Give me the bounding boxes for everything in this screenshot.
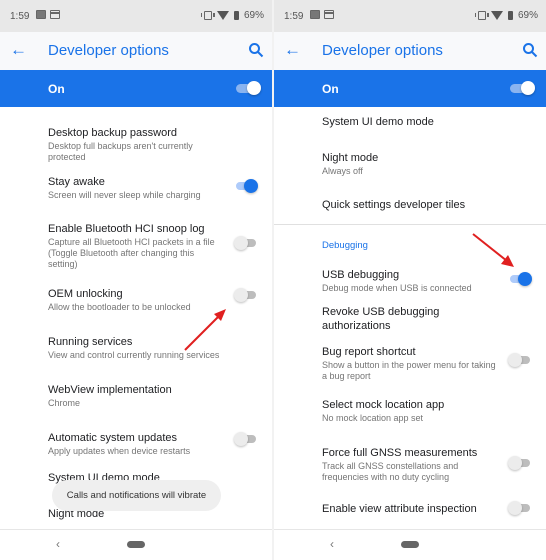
status-time: 1:59 bbox=[284, 11, 304, 22]
list-item-oem-unlocking[interactable]: OEM unlocking Allow the bootloader to be… bbox=[0, 279, 272, 327]
bluetooth-hci-toggle[interactable] bbox=[234, 236, 256, 250]
search-icon[interactable] bbox=[248, 42, 264, 58]
nav-back-icon[interactable]: ‹ bbox=[330, 537, 334, 551]
force-gnss-toggle[interactable] bbox=[508, 456, 530, 470]
page-title: Developer options bbox=[322, 42, 443, 59]
list-item-running-services[interactable]: Running services View and control curren… bbox=[0, 327, 272, 375]
master-switch-label: On bbox=[322, 82, 339, 96]
app-bar: ← Developer options bbox=[0, 32, 272, 70]
page-title: Developer options bbox=[48, 42, 169, 59]
nav-home-icon[interactable] bbox=[127, 541, 145, 548]
master-switch[interactable] bbox=[236, 81, 261, 95]
bug-report-toggle[interactable] bbox=[508, 353, 530, 367]
list-item-force-gnss[interactable]: Force full GNSS measurements Track all G… bbox=[274, 443, 546, 499]
status-bar: 1:59 69% bbox=[274, 0, 546, 32]
battery-percent: 69% bbox=[243, 10, 264, 21]
calendar-notification-icon bbox=[50, 10, 60, 19]
stay-awake-toggle[interactable] bbox=[234, 179, 258, 193]
master-switch-label: On bbox=[48, 82, 65, 96]
list-item-mock-location-app[interactable]: Select mock location app No mock locatio… bbox=[274, 395, 546, 443]
right-screen: 1:59 69% ← Developer options On System U… bbox=[274, 0, 546, 560]
navigation-bar: ‹ bbox=[274, 529, 546, 560]
vibrate-icon bbox=[200, 11, 215, 20]
left-screen: 1:59 69% ← Developer options On Desktop … bbox=[0, 0, 272, 560]
list-item-night-mode[interactable]: Night mode Always off bbox=[274, 143, 546, 191]
search-icon[interactable] bbox=[522, 42, 538, 58]
calendar-notification-icon bbox=[324, 10, 334, 19]
list-item-automatic-system-updates[interactable]: Automatic system updates Apply updates w… bbox=[0, 423, 272, 471]
toast-message: Calls and notifications will vibrate bbox=[52, 480, 221, 511]
list-item-desktop-backup-password[interactable]: Desktop backup password Desktop full bac… bbox=[0, 107, 272, 162]
list-item-stay-awake[interactable]: Stay awake Screen will never sleep while… bbox=[0, 156, 272, 205]
nav-home-icon[interactable] bbox=[401, 541, 419, 548]
vibrate-icon bbox=[474, 11, 489, 20]
back-arrow-icon[interactable]: ← bbox=[10, 41, 28, 59]
navigation-bar: ‹ bbox=[0, 529, 272, 560]
list-item-quick-settings-tiles[interactable]: Quick settings developer tiles bbox=[274, 191, 546, 224]
auto-updates-toggle[interactable] bbox=[234, 432, 256, 446]
view-attribute-toggle[interactable] bbox=[508, 501, 530, 515]
usb-debugging-toggle[interactable] bbox=[508, 272, 532, 286]
status-bar: 1:59 69% bbox=[0, 0, 272, 32]
list-item-bluetooth-hci-snoop[interactable]: Enable Bluetooth HCI snoop log Capture a… bbox=[0, 205, 272, 279]
battery-icon bbox=[507, 11, 513, 20]
battery-percent: 69% bbox=[517, 10, 538, 21]
status-time: 1:59 bbox=[10, 11, 30, 22]
list-item-revoke-usb-authorizations[interactable]: Revoke USB debugging authorizations bbox=[274, 301, 546, 337]
section-header-debugging: Debugging bbox=[322, 240, 368, 251]
app-bar: ← Developer options bbox=[274, 32, 546, 70]
wifi-icon bbox=[216, 11, 229, 20]
list-item-webview-implementation[interactable]: WebView implementation Chrome bbox=[0, 375, 272, 423]
master-switch-bar[interactable]: On bbox=[274, 70, 546, 107]
settings-list[interactable]: System UI demo mode Night mode Always of… bbox=[274, 107, 546, 529]
wifi-icon bbox=[490, 11, 503, 20]
battery-icon bbox=[233, 11, 239, 20]
master-switch-bar[interactable]: On bbox=[0, 70, 272, 107]
back-arrow-icon[interactable]: ← bbox=[284, 41, 302, 59]
list-item-system-ui-demo-mode[interactable]: System UI demo mode bbox=[274, 107, 546, 143]
settings-list[interactable]: Desktop backup password Desktop full bac… bbox=[0, 107, 272, 529]
list-item-bug-report-shortcut[interactable]: Bug report shortcut Show a button in the… bbox=[274, 337, 546, 395]
list-item-usb-debugging[interactable]: USB debugging Debug mode when USB is con… bbox=[274, 257, 546, 301]
list-item-view-attribute-inspection[interactable]: Enable view attribute inspection bbox=[274, 499, 546, 529]
oem-unlocking-toggle[interactable] bbox=[234, 288, 256, 302]
master-switch[interactable] bbox=[510, 81, 535, 95]
gmail-notification-icon bbox=[36, 10, 46, 19]
nav-back-icon[interactable]: ‹ bbox=[56, 537, 60, 551]
gmail-notification-icon bbox=[310, 10, 320, 19]
